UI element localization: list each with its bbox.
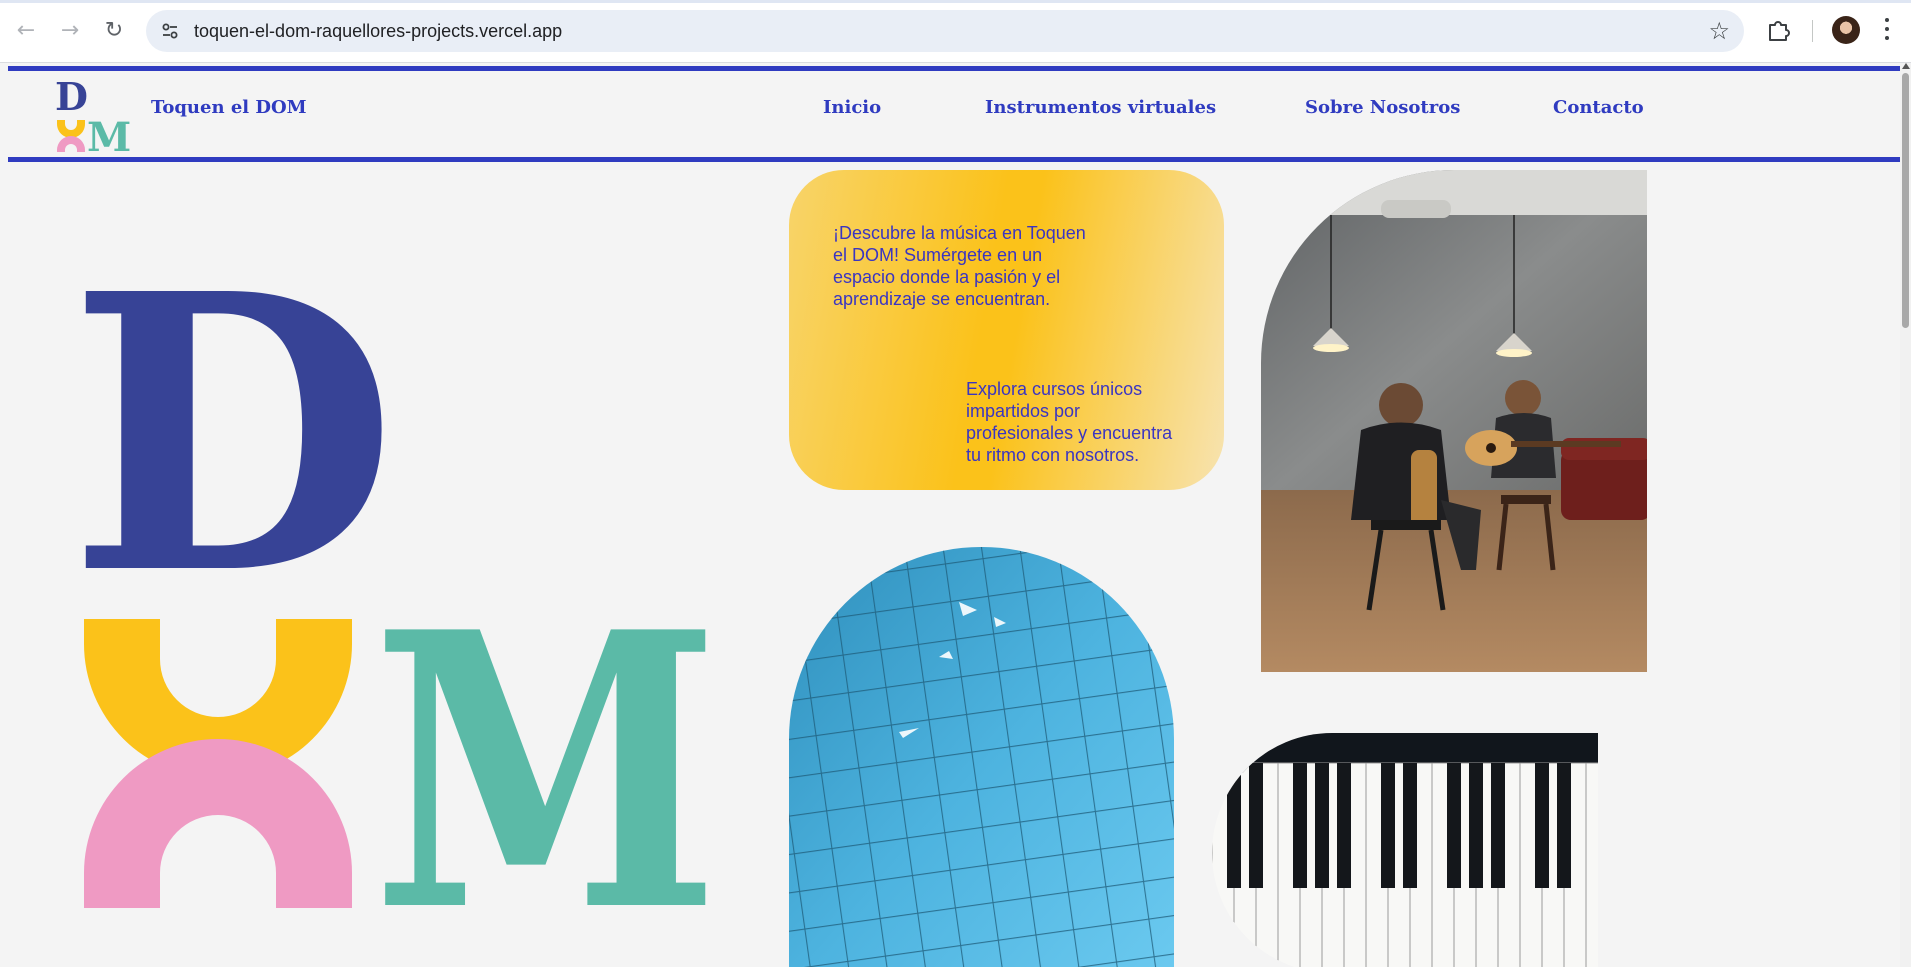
hero-dom-logo: D M [80, 273, 720, 913]
logo-pink-arc [57, 136, 85, 152]
hero-pink-arc [84, 739, 352, 908]
profile-avatar[interactable] [1832, 16, 1860, 44]
nav-link-instrumentos[interactable]: Instrumentos virtuales [985, 97, 1216, 118]
browser-toolbar: ← → ↻ toquen-el-dom-raquellores-projects… [0, 0, 1911, 63]
address-bar[interactable]: toquen-el-dom-raquellores-projects.verce… [146, 10, 1744, 52]
web-page: D M Toquen el DOM Inicio Instrumentos vi… [0, 63, 1900, 967]
extensions-puzzle-icon[interactable] [1765, 17, 1791, 43]
scroll-up-arrow-icon[interactable] [1902, 63, 1910, 69]
forward-icon[interactable]: → [54, 14, 86, 46]
browser-menu-icon[interactable] [1884, 18, 1890, 42]
nav-link-inicio[interactable]: Inicio [823, 97, 881, 118]
url-text[interactable]: toquen-el-dom-raquellores-projects.verce… [194, 21, 562, 42]
page-scrollbar[interactable] [1900, 63, 1911, 967]
hero-letter-d: D [80, 273, 398, 658]
guitar-lesson-photo [1261, 170, 1647, 672]
bookmark-star-icon[interactable]: ☆ [1708, 17, 1730, 45]
main-nav: Inicio Instrumentos virtuales Sobre Noso… [8, 97, 1900, 127]
nav-link-contacto[interactable]: Contacto [1553, 97, 1644, 118]
site-header: D M Toquen el DOM Inicio Instrumentos vi… [8, 66, 1900, 162]
toolbar-divider [1812, 20, 1813, 42]
scrollbar-thumb[interactable] [1902, 73, 1909, 328]
intro-text: ¡Descubre la música en Toquen el DOM! Su… [833, 223, 1086, 309]
pool-water-photo [789, 547, 1174, 967]
site-info-icon[interactable] [158, 19, 182, 43]
nav-link-sobre-nosotros[interactable]: Sobre Nosotros [1305, 97, 1460, 118]
piano-keys-photo [1212, 733, 1598, 967]
hero-letter-m: M [372, 551, 720, 913]
back-icon[interactable]: ← [10, 14, 42, 46]
tab-strip-edge [0, 0, 1911, 3]
intro-card: ¡Descubre la música en Toquen el DOM! Su… [789, 170, 1224, 490]
reload-icon[interactable]: ↻ [98, 14, 130, 46]
courses-text: Explora cursos únicos impartidos por pro… [966, 379, 1173, 465]
